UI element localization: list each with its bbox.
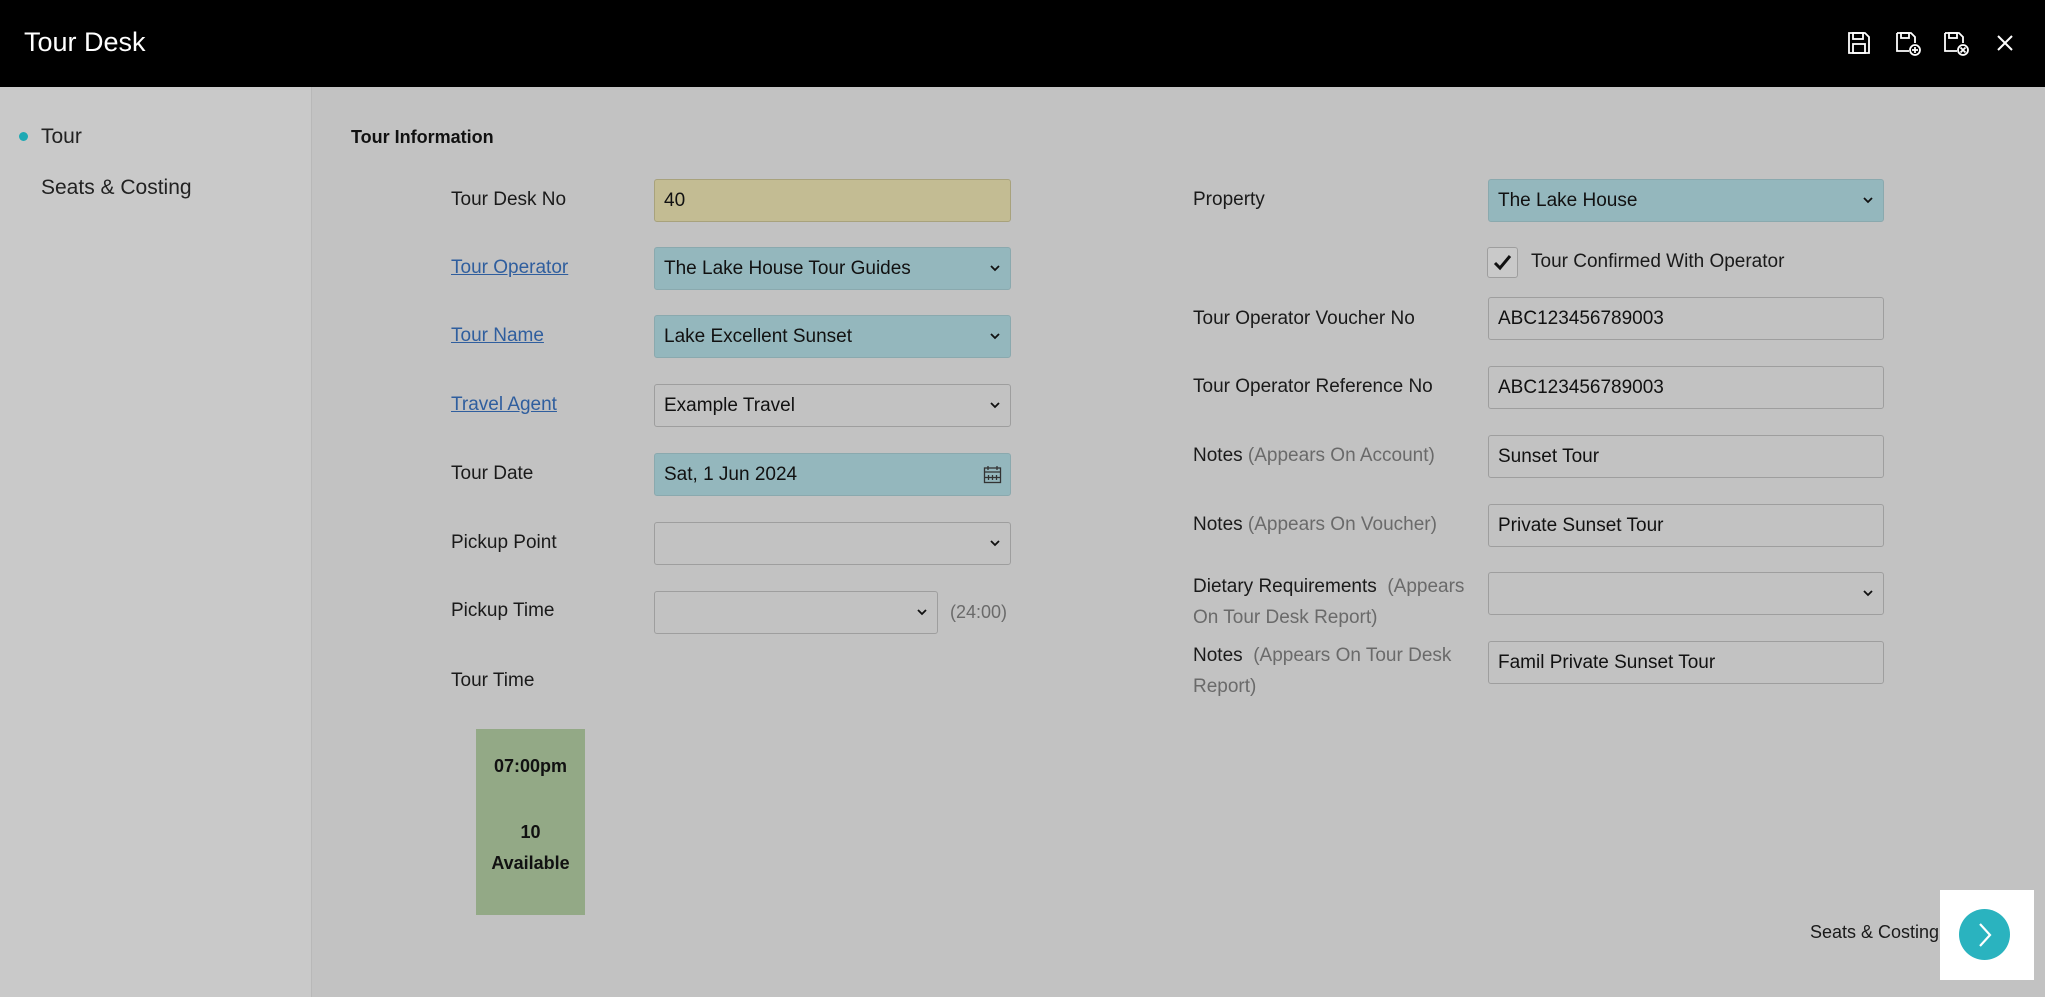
calendar-icon[interactable]: [983, 465, 1002, 484]
save-and-add-icon[interactable]: [1893, 28, 1923, 58]
dietary-label-text: Dietary Requirements: [1193, 576, 1377, 597]
chevron-down-icon: [990, 265, 1000, 272]
notes-report-input[interactable]: Famil Private Sunset Tour: [1488, 641, 1884, 684]
notes-account-label-text: Notes: [1193, 445, 1243, 466]
travel-agent-link[interactable]: Travel Agent: [451, 394, 557, 416]
notes-report-label: Notes (Appears On Tour Desk Report): [1193, 640, 1488, 702]
dietary-label: Dietary Requirements (Appears On Tour De…: [1193, 571, 1488, 633]
tour-time-slot[interactable]: 07:00pm 10 Available: [476, 729, 585, 915]
tour-name-value: Lake Excellent Sunset: [664, 326, 853, 347]
travel-agent-select[interactable]: Example Travel: [654, 384, 1011, 427]
tour-operator-link[interactable]: Tour Operator: [451, 257, 568, 279]
tour-slot-status: Available: [491, 853, 570, 873]
tour-operator-value: The Lake House Tour Guides: [664, 258, 911, 279]
sidebar-item-seats-costing[interactable]: Seats & Costing: [41, 176, 192, 200]
travel-agent-value: Example Travel: [664, 395, 795, 416]
property-select[interactable]: The Lake House: [1488, 179, 1884, 222]
tour-date-value: Sat, 1 Jun 2024: [664, 464, 798, 485]
tour-name-link[interactable]: Tour Name: [451, 325, 544, 347]
tour-operator-select[interactable]: The Lake House Tour Guides: [654, 247, 1011, 290]
reference-no-value: ABC123456789003: [1498, 377, 1664, 398]
tour-time-label: Tour Time: [451, 670, 535, 691]
notes-voucher-hint: (Appears On Voucher): [1247, 514, 1437, 535]
notes-voucher-input[interactable]: Private Sunset Tour: [1488, 504, 1884, 547]
tour-name-select[interactable]: Lake Excellent Sunset: [654, 315, 1011, 358]
chevron-right-icon: [1979, 923, 1992, 947]
sidebar: [0, 87, 312, 997]
tour-slot-count: 10: [520, 822, 541, 842]
active-indicator-icon: [19, 132, 28, 141]
voucher-no-value: ABC123456789003: [1498, 308, 1664, 329]
section-title: Tour Information: [351, 127, 494, 147]
tour-date-label: Tour Date: [451, 463, 534, 484]
chevron-down-icon: [917, 609, 927, 616]
tour-desk-no-field: 40: [654, 179, 1011, 222]
notes-account-value: Sunset Tour: [1498, 446, 1600, 467]
notes-report-value: Famil Private Sunset Tour: [1498, 652, 1716, 673]
tour-date-field[interactable]: Sat, 1 Jun 2024: [654, 453, 1011, 496]
close-icon[interactable]: [1990, 28, 2020, 58]
next-button[interactable]: [1959, 909, 2010, 960]
property-value: The Lake House: [1498, 190, 1638, 211]
tour-confirmed-label[interactable]: Tour Confirmed With Operator: [1531, 251, 1784, 273]
reference-no-label: Tour Operator Reference No: [1193, 376, 1433, 397]
chevron-down-icon: [990, 402, 1000, 409]
sidebar-item-tour[interactable]: Tour: [41, 125, 82, 149]
tour-confirmed-checkbox[interactable]: [1487, 247, 1518, 278]
next-section-label[interactable]: Seats & Costing: [1810, 922, 1939, 943]
notes-voucher-label: Notes (Appears On Voucher): [1193, 514, 1437, 536]
property-label: Property: [1193, 189, 1265, 210]
checkmark-icon: [1493, 255, 1512, 271]
pickup-point-label: Pickup Point: [451, 532, 557, 553]
chevron-down-icon: [990, 333, 1000, 340]
dietary-select[interactable]: [1488, 572, 1884, 615]
voucher-no-label: Tour Operator Voucher No: [1193, 308, 1415, 329]
notes-voucher-label-text: Notes: [1193, 514, 1243, 535]
chevron-down-icon: [1863, 197, 1873, 204]
save-and-close-icon[interactable]: [1941, 28, 1971, 58]
reference-no-input[interactable]: ABC123456789003: [1488, 366, 1884, 409]
notes-report-label-text: Notes: [1193, 645, 1243, 666]
tour-desk-no-label: Tour Desk No: [451, 189, 567, 210]
save-icon[interactable]: [1844, 28, 1874, 58]
chevron-down-icon: [990, 540, 1000, 547]
notes-voucher-value: Private Sunset Tour: [1498, 515, 1664, 536]
tour-desk-no-value: 40: [664, 190, 686, 211]
chevron-down-icon: [1863, 590, 1873, 597]
notes-account-label: Notes (Appears On Account): [1193, 445, 1435, 467]
pickup-time-label: Pickup Time: [451, 600, 555, 621]
page-title: Tour Desk: [24, 27, 146, 57]
pickup-time-format-hint: (24:00): [950, 602, 1008, 622]
notes-account-input[interactable]: Sunset Tour: [1488, 435, 1884, 478]
header-bar: Tour Desk: [0, 0, 2045, 87]
voucher-no-input[interactable]: ABC123456789003: [1488, 297, 1884, 340]
pickup-point-select[interactable]: [654, 522, 1011, 565]
notes-account-hint: (Appears On Account): [1247, 445, 1435, 466]
tour-slot-time: 07:00pm: [493, 756, 568, 776]
pickup-time-select[interactable]: [654, 591, 938, 634]
